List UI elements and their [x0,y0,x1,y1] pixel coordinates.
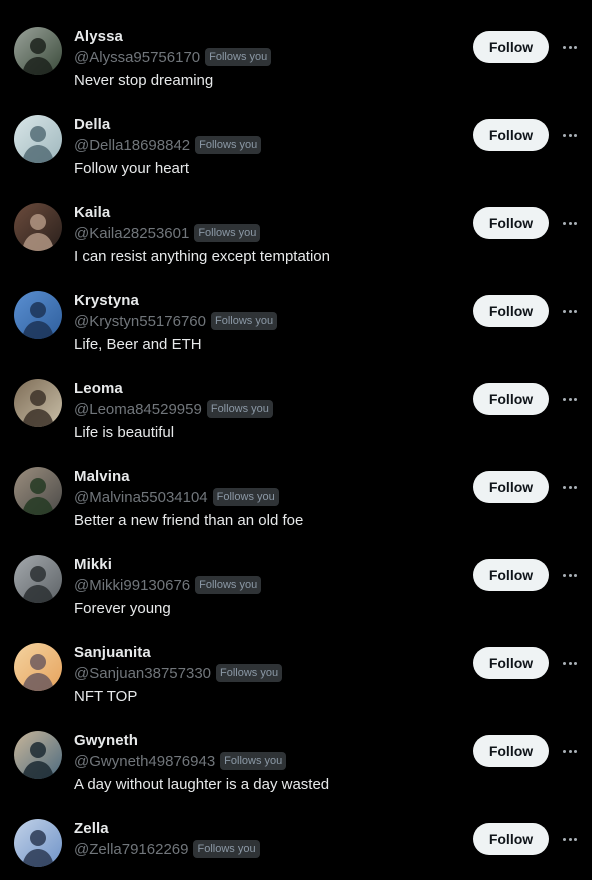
follow-button[interactable]: Follow [473,207,549,239]
follows-you-badge: Follows you [205,48,272,66]
follows-you-badge: Follows you [212,488,279,506]
more-horizontal-icon[interactable] [560,477,580,497]
user-display-name[interactable]: Gwyneth [74,732,138,749]
user-handle[interactable]: @Alyssa95756170 [74,49,200,66]
follows-you-badge: Follows you [206,400,273,418]
more-horizontal-icon[interactable] [560,37,580,57]
user-handle-line: @Zella79162269 Follows you [74,839,260,859]
user-handle-line: @Krystyn55176760 Follows you [74,311,278,331]
user-handle-line: @Alyssa95756170 Follows you [74,47,272,67]
user-photo-avatar[interactable] [14,643,62,691]
more-horizontal-icon[interactable] [560,565,580,585]
user-handle[interactable]: @Gwyneth49876943 [74,753,215,770]
user-handle-line: @Sanjuan38757330 Follows you [74,663,283,683]
user-photo-avatar[interactable] [14,291,62,339]
user-photo-avatar[interactable] [14,27,62,75]
user-display-name[interactable]: Malvina [74,468,130,485]
follows-you-badge: Follows you [216,664,283,682]
follows-you-badge: Follows you [194,224,261,242]
user-handle-line: @Della18698842 Follows you [74,135,262,155]
user-photo-avatar[interactable] [14,467,62,515]
user-row[interactable]: Kaila @Kaila28253601 Follows you I can r… [0,176,592,265]
user-display-name[interactable]: Kaila [74,204,110,221]
follows-you-badge: Follows you [220,752,287,770]
user-handle[interactable]: @Malvina55034104 [74,489,208,506]
more-horizontal-icon[interactable] [560,741,580,761]
user-bio: Better a new friend than an old foe [74,512,304,529]
user-handle[interactable]: @Kaila28253601 [74,225,189,242]
user-bio: NFT TOP [74,688,138,705]
user-display-name[interactable]: Mikki [74,556,112,573]
more-horizontal-icon[interactable] [560,125,580,145]
user-handle-line: @Mikki99130676 Follows you [74,575,262,595]
follow-button[interactable]: Follow [473,31,549,63]
follow-button[interactable]: Follow [473,119,549,151]
user-handle[interactable]: @Leoma84529959 [74,401,202,418]
follow-button[interactable]: Follow [473,383,549,415]
user-row[interactable]: Malvina @Malvina55034104 Follows you Bet… [0,440,592,529]
more-horizontal-icon[interactable] [560,653,580,673]
more-horizontal-icon[interactable] [560,213,580,233]
user-handle[interactable]: @Sanjuan38757330 [74,665,211,682]
user-photo-avatar[interactable] [14,115,62,163]
user-handle-line: @Gwyneth49876943 Follows you [74,751,287,771]
follow-button[interactable]: Follow [473,559,549,591]
user-display-name[interactable]: Della [74,116,110,133]
user-row[interactable]: Krystyna @Krystyn55176760 Follows you Li… [0,264,592,353]
user-bio: A day without laughter is a day wasted [74,776,330,793]
user-row[interactable]: Gwyneth @Gwyneth49876943 Follows you A d… [0,704,592,793]
user-bio: Life, Beer and ETH [74,336,202,353]
user-handle[interactable]: @Krystyn55176760 [74,313,206,330]
user-handle-line: @Kaila28253601 Follows you [74,223,261,243]
user-row[interactable]: Alyssa @Alyssa95756170 Follows you Never… [0,0,592,89]
user-row[interactable]: Mikki @Mikki99130676 Follows you Forever… [0,528,592,617]
follow-button[interactable]: Follow [473,735,549,767]
more-horizontal-icon[interactable] [560,301,580,321]
user-photo-avatar[interactable] [14,555,62,603]
user-photo-avatar[interactable] [14,731,62,779]
user-bio: Life is beautiful [74,424,175,441]
user-photo-avatar[interactable] [14,379,62,427]
user-row[interactable]: Della @Della18698842 Follows you Follow … [0,88,592,177]
user-row[interactable]: Sanjuanita @Sanjuan38757330 Follows you … [0,616,592,705]
user-bio: Follow your heart [74,160,190,177]
follow-button[interactable]: Follow [473,295,549,327]
user-display-name[interactable]: Leoma [74,380,123,397]
more-horizontal-icon[interactable] [560,829,580,849]
more-horizontal-icon[interactable] [560,389,580,409]
user-bio: Never stop dreaming [74,72,214,89]
user-bio: I can resist anything except temptation [74,248,330,265]
user-handle[interactable]: @Della18698842 [74,137,190,154]
follows-you-badge: Follows you [193,840,260,858]
follow-button[interactable]: Follow [473,471,549,503]
user-handle[interactable]: @Mikki99130676 [74,577,190,594]
user-display-name[interactable]: Krystyna [74,292,139,309]
user-row[interactable]: Zella @Zella79162269 Follows you Follow [0,792,592,880]
follow-button[interactable]: Follow [473,823,549,855]
follows-you-badge: Follows you [210,312,278,330]
user-photo-avatar[interactable] [14,203,62,251]
user-display-name[interactable]: Sanjuanita [74,644,151,661]
user-display-name[interactable]: Alyssa [74,28,123,45]
user-photo-avatar[interactable] [14,819,62,867]
user-handle-line: @Leoma84529959 Follows you [74,399,273,419]
follows-you-badge: Follows you [195,576,262,594]
follows-you-badge: Follows you [195,136,262,154]
user-row[interactable]: Leoma @Leoma84529959 Follows you Life is… [0,352,592,441]
follow-button[interactable]: Follow [473,647,549,679]
user-handle-line: @Malvina55034104 Follows you [74,487,279,507]
user-display-name[interactable]: Zella [74,820,109,837]
user-bio: Forever young [74,600,171,617]
